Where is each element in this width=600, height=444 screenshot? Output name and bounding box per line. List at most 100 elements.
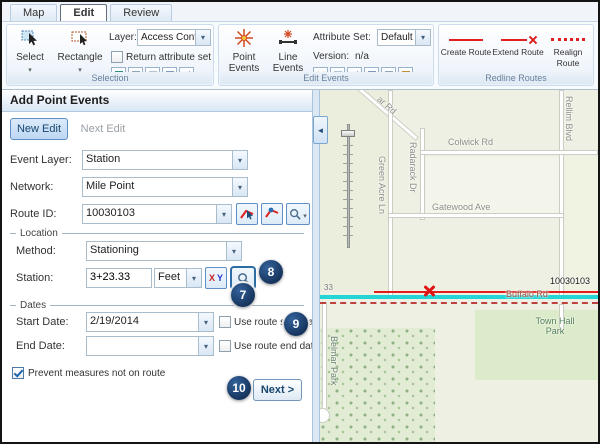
method-dropdown[interactable]: Stationing bbox=[86, 241, 242, 261]
selection-group-label: Selection bbox=[8, 72, 212, 84]
redline-route-line bbox=[374, 291, 598, 293]
ribbon-group-redline-routes: Create Route Extend Route Realign Route … bbox=[438, 24, 594, 86]
extend-route-button[interactable]: Extend Route bbox=[493, 29, 543, 58]
prevent-measures-checkbox[interactable] bbox=[12, 367, 24, 379]
route-selection-highlight bbox=[320, 295, 598, 299]
layer-dropdown-arrow-icon[interactable] bbox=[195, 30, 210, 45]
station-label: Station: bbox=[16, 272, 53, 284]
route-dashed-line bbox=[320, 302, 598, 304]
route-id-combo[interactable]: 10030103 bbox=[82, 204, 232, 224]
extend-route-line-icon bbox=[500, 34, 536, 46]
belmar-park-road bbox=[322, 302, 327, 412]
route-cursor-icon bbox=[239, 206, 255, 222]
town-hall-park-label: Town Hall Park bbox=[520, 316, 590, 336]
gatewood-ave-road bbox=[388, 213, 564, 218]
colwick-rd-label: Colwick Rd bbox=[448, 137, 493, 147]
new-edit-button[interactable]: New Edit bbox=[10, 118, 68, 140]
attribute-set-dropdown[interactable]: Default bbox=[377, 29, 431, 46]
ribbon-group-edit-events: Point Events Line Events Attribute Set: … bbox=[218, 24, 434, 86]
return-attribute-set-checkbox[interactable] bbox=[111, 51, 123, 63]
rectangle-select-icon bbox=[70, 28, 90, 51]
realign-route-button[interactable]: Realign Route bbox=[545, 29, 591, 69]
select-cursor-icon bbox=[20, 28, 40, 51]
zoom-slider-track bbox=[347, 124, 350, 248]
network-dropdown-arrow-icon[interactable] bbox=[232, 178, 247, 196]
route-id-label: Route ID: bbox=[10, 208, 56, 220]
callout-7: 7 bbox=[231, 283, 255, 307]
panel-title: Add Point Events bbox=[2, 90, 109, 111]
use-route-end-date-checkbox[interactable] bbox=[219, 340, 231, 352]
magnifier-icon bbox=[289, 208, 301, 220]
method-dropdown-arrow-icon[interactable] bbox=[226, 242, 241, 260]
version-value: n/a bbox=[355, 51, 369, 62]
select-route-on-map-button[interactable] bbox=[236, 203, 258, 225]
callout-9: 9 bbox=[284, 312, 308, 336]
start-date-dropdown-arrow-icon[interactable] bbox=[198, 313, 213, 331]
tab-edit[interactable]: Edit bbox=[60, 4, 107, 21]
use-route-end-date-label: Use route end date bbox=[234, 341, 319, 352]
next-edit-button[interactable]: Next Edit bbox=[74, 118, 132, 140]
redline-routes-group-label: Redline Routes bbox=[440, 72, 592, 84]
station-input[interactable]: 3+23.33 bbox=[86, 268, 152, 288]
create-route-button[interactable]: Create Route bbox=[441, 29, 491, 58]
route-search-caret-icon bbox=[303, 205, 307, 223]
green-acre-ln-label: Green Acre Ln bbox=[377, 156, 387, 214]
panel-header: Add Point Events bbox=[2, 90, 312, 112]
select-route-from-selection-button[interactable] bbox=[261, 203, 283, 225]
prevent-measures-label: Prevent measures not on route bbox=[28, 368, 165, 379]
event-layer-dropdown-arrow-icon[interactable] bbox=[232, 151, 247, 169]
create-route-line-icon bbox=[448, 34, 484, 46]
belmar-park-label: Belmar Park bbox=[329, 336, 339, 386]
use-route-start-date-label: Use route start date bbox=[234, 317, 322, 328]
attribute-set-dropdown-arrow-icon[interactable] bbox=[415, 30, 430, 45]
route-number-label: 10030103 bbox=[550, 276, 590, 286]
end-date-picker[interactable] bbox=[86, 336, 214, 356]
realign-route-dashed-icon bbox=[550, 34, 586, 46]
callout-10: 10 bbox=[227, 376, 251, 400]
collapse-panel-button[interactable] bbox=[313, 116, 328, 144]
line-event-icon bbox=[278, 28, 298, 51]
point-events-button[interactable]: Point Events bbox=[223, 28, 265, 74]
end-date-dropdown-arrow-icon[interactable] bbox=[198, 337, 213, 355]
route-search-dropdown-button[interactable] bbox=[286, 203, 310, 225]
version-label: Version: bbox=[313, 51, 349, 62]
map-zoom-slider[interactable] bbox=[340, 118, 356, 254]
green-acre-ln-road bbox=[388, 90, 393, 296]
use-route-start-date-checkbox[interactable] bbox=[219, 316, 231, 328]
rectangle-select-button[interactable]: Rectangle bbox=[53, 28, 107, 75]
radarack-dr-road bbox=[420, 128, 425, 220]
zoom-slider-handle[interactable] bbox=[341, 130, 355, 137]
app-window: Map Edit Review Select Rectangle Layer: bbox=[0, 0, 600, 444]
layer-dropdown[interactable]: Access Control bbox=[137, 29, 211, 46]
dates-group-header: Dates bbox=[10, 300, 304, 311]
attribute-set-label: Attribute Set: bbox=[313, 32, 371, 43]
end-date-label: End Date: bbox=[16, 340, 65, 352]
colwick-rd-road bbox=[420, 150, 598, 155]
method-label: Method: bbox=[16, 245, 56, 257]
next-button[interactable]: Next > bbox=[253, 379, 302, 401]
gatewood-ave-label: Gatewood Ave bbox=[432, 202, 490, 212]
tab-review[interactable]: Review bbox=[110, 4, 172, 21]
route-id-dropdown-arrow-icon[interactable] bbox=[216, 205, 231, 223]
select-button[interactable]: Select bbox=[9, 28, 51, 75]
xy-coordinates-button[interactable]: XY bbox=[205, 267, 227, 289]
start-date-picker[interactable]: 2/19/2014 bbox=[86, 312, 214, 332]
event-layer-dropdown[interactable]: Station bbox=[82, 150, 248, 170]
point-event-burst-icon bbox=[234, 28, 254, 51]
line-events-button[interactable]: Line Events bbox=[267, 28, 309, 74]
measure-label: 33 bbox=[324, 283, 333, 292]
buffalo-rd-label: Buffalo Rd bbox=[506, 289, 548, 299]
layer-label: Layer: bbox=[109, 32, 137, 43]
rellim-blvd-label: Rellim Blvd bbox=[564, 96, 574, 141]
edit-events-group-label: Edit Events bbox=[220, 72, 432, 84]
ribbon-group-selection: Select Rectangle Layer: Access Control R… bbox=[6, 24, 214, 86]
map-view[interactable]: ar Rd Colwick Rd Rellim Blvd Green Acre … bbox=[320, 90, 598, 442]
location-group-header: Location bbox=[10, 228, 304, 239]
network-dropdown[interactable]: Mile Point bbox=[82, 177, 248, 197]
tab-map[interactable]: Map bbox=[10, 4, 57, 21]
ribbon-tab-bar: Map Edit Review bbox=[2, 2, 598, 22]
units-dropdown[interactable]: Feet bbox=[154, 268, 202, 288]
event-layer-label: Event Layer: bbox=[10, 154, 72, 166]
units-dropdown-arrow-icon[interactable] bbox=[186, 269, 201, 287]
return-attribute-set-label: Return attribute set bbox=[126, 52, 211, 63]
